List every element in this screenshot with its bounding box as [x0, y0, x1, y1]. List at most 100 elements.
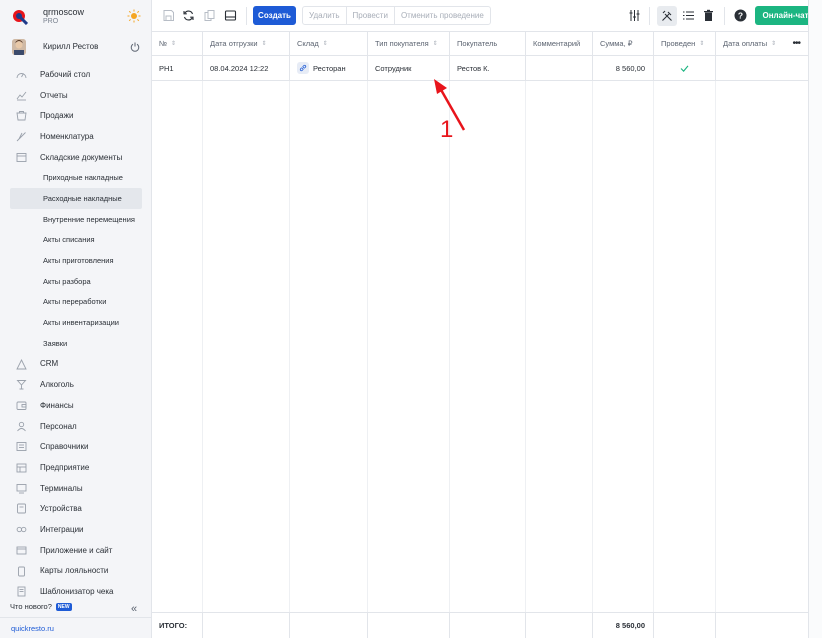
sun-icon[interactable] [127, 9, 141, 23]
link-icon [297, 62, 309, 74]
sidebar-item-terminals[interactable]: Терминалы [0, 478, 152, 499]
tools-icon [662, 10, 672, 21]
footer-total-label: ИТОГО: [152, 613, 203, 638]
sidebar-subitem-label: Внутренние перемещения [43, 214, 135, 224]
invoice-table: № ⇕ Дата отгрузки ⇕ Склад ⇕ Тип покупателя ⇕… [152, 32, 822, 638]
sidebar-item-label: CRM [40, 359, 59, 369]
svg-text:?: ? [738, 11, 743, 21]
sales-icon [16, 111, 27, 121]
sidebar-subitem-cooking-acts[interactable]: Акты приготовления [0, 250, 152, 271]
print-icon[interactable] [224, 9, 237, 22]
sidebar-subitem-internal-transfers[interactable]: Внутренние перемещения [0, 209, 152, 230]
tools-button[interactable] [657, 6, 677, 26]
list-view-icon[interactable] [682, 9, 695, 22]
sidebar-subitem-processing-acts[interactable]: Акты переработки [0, 292, 152, 313]
sidebar-item-receipt-template[interactable]: Шаблонизатор чека [0, 581, 152, 602]
app-site-icon [16, 546, 27, 555]
annotation-label: 1 [440, 116, 453, 140]
cell-sum: 8 560,00 [593, 56, 654, 80]
sidebar-item-sales[interactable]: Продажи [0, 105, 152, 126]
sort-icon: ⇕ [771, 41, 777, 47]
footer-cell [654, 613, 716, 638]
site-link[interactable]: quickresto.ru [0, 617, 152, 638]
sidebar-item-alcohol[interactable]: Алкоголь [0, 374, 152, 395]
footer-cell [368, 613, 450, 638]
sidebar-item-app-site[interactable]: Приложение и сайт [0, 540, 152, 561]
footer-cell [290, 613, 368, 638]
sidebar-item-dashboard[interactable]: Рабочий стол [0, 64, 152, 85]
cell-ship-date: 08.04.2024 12:22 [203, 56, 290, 80]
sidebar: qrmoscow PRO Кирилл Рестов Рабочий стол … [0, 0, 152, 638]
user-profile[interactable]: Кирилл Рестов [10, 37, 150, 57]
sidebar-item-crm[interactable]: CRM [0, 354, 152, 375]
delete-button[interactable]: Удалить [303, 7, 347, 24]
sidebar-item-integrations[interactable]: Интеграции [0, 519, 152, 540]
document-actions-group: Удалить Провести Отменить проведение [302, 6, 491, 25]
sidebar-item-staff[interactable]: Персонал [0, 416, 152, 437]
table-footer: ИТОГО: 8 560,00 [152, 612, 808, 638]
column-gridlines [152, 81, 716, 612]
sidebar-item-loyalty-cards[interactable]: Карты лояльности [0, 561, 152, 582]
sidebar-item-reports[interactable]: Отчеты [0, 85, 152, 106]
sidebar-subitem-label: Акты инвентаризации [43, 318, 119, 328]
sort-icon: ⇕ [171, 41, 177, 47]
cell-posted [654, 56, 716, 80]
column-header-comment[interactable]: Комментарий [526, 32, 593, 55]
avatar [12, 39, 26, 55]
warehouse-link[interactable]: Ресторан [297, 62, 346, 74]
loyalty-cards-icon [18, 566, 25, 576]
sidebar-item-devices[interactable]: Устройства [0, 498, 152, 519]
sidebar-item-label: Устройства [40, 504, 82, 514]
sidebar-subitem-disassembly-acts[interactable]: Акты разбора [0, 271, 152, 292]
sidebar-subitem-outgoing-invoices[interactable]: Расходные накладные [10, 188, 142, 209]
cell-comment [526, 56, 593, 80]
table-row[interactable]: РН1 08.04.2024 12:22 Ресторан Сотрудник … [152, 56, 808, 81]
column-header-sum[interactable]: Сумма, ₽ [593, 32, 654, 55]
sidebar-subitem-requests[interactable]: Заявки [0, 333, 152, 354]
sidebar-subitem-inventory-acts[interactable]: Акты инвентаризации [0, 312, 152, 333]
trash-icon[interactable] [702, 9, 715, 22]
column-header-buyer-type[interactable]: Тип покупателя ⇕ [368, 32, 450, 55]
footer-cell [203, 613, 290, 638]
column-header-pay-date[interactable]: Дата оплаты ⇕ ••• [716, 32, 808, 55]
column-header-number[interactable]: № ⇕ [152, 32, 203, 55]
sidebar-item-enterprise[interactable]: Предприятие [0, 457, 152, 478]
sidebar-item-label: Отчеты [40, 90, 68, 100]
sort-icon: ⇕ [322, 41, 328, 47]
power-icon[interactable] [130, 42, 140, 52]
toolbar-divider [246, 7, 247, 25]
sidebar-item-catalog[interactable]: Номенклатура [0, 126, 152, 147]
sidebar-item-finance[interactable]: Финансы [0, 395, 152, 416]
sidebar-item-label: Складские документы [40, 152, 123, 162]
brand-switcher[interactable]: qrmoscow PRO [10, 5, 150, 29]
post-button[interactable]: Провести [347, 7, 395, 24]
vertical-scrollbar[interactable] [808, 0, 822, 638]
sidebar-subitem-label: Акты приготовления [43, 256, 114, 266]
enterprise-icon [16, 463, 27, 473]
table-header: № ⇕ Дата отгрузки ⇕ Склад ⇕ Тип покупателя ⇕… [152, 32, 808, 56]
brand-plan: PRO [43, 18, 59, 25]
sidebar-item-warehouse-docs[interactable]: Складские документы [0, 147, 152, 168]
collapse-sidebar-icon[interactable]: « [131, 603, 137, 615]
more-options-icon[interactable]: ••• [792, 38, 800, 49]
column-header-posted[interactable]: Проведен ⇕ [654, 32, 716, 55]
column-header-warehouse[interactable]: Склад ⇕ [290, 32, 368, 55]
refresh-icon[interactable] [182, 9, 195, 22]
sidebar-subitem-writeoffs[interactable]: Акты списания [0, 230, 152, 251]
cell-warehouse: Ресторан [290, 56, 368, 80]
alcohol-icon [16, 380, 27, 390]
column-header-ship-date[interactable]: Дата отгрузки ⇕ [203, 32, 290, 55]
unpost-button[interactable]: Отменить проведение [395, 7, 490, 24]
sidebar-subitem-label: Акты разбора [43, 276, 91, 286]
create-button[interactable]: Создать [253, 6, 296, 25]
copy-icon[interactable] [203, 9, 216, 22]
help-icon[interactable]: ? [734, 9, 747, 22]
whats-new-link[interactable]: Что нового? NEW [10, 602, 142, 614]
sidebar-subitem-label: Расходные накладные [43, 193, 122, 203]
filter-settings-icon[interactable] [628, 9, 641, 22]
sidebar-subitem-incoming-invoices[interactable]: Приходные накладные [0, 167, 152, 188]
online-chat-button[interactable]: Онлайн-чат [755, 6, 816, 25]
sidebar-item-directories[interactable]: Справочники [0, 436, 152, 457]
column-header-buyer[interactable]: Покупатель [450, 32, 526, 55]
save-icon[interactable] [162, 9, 175, 22]
